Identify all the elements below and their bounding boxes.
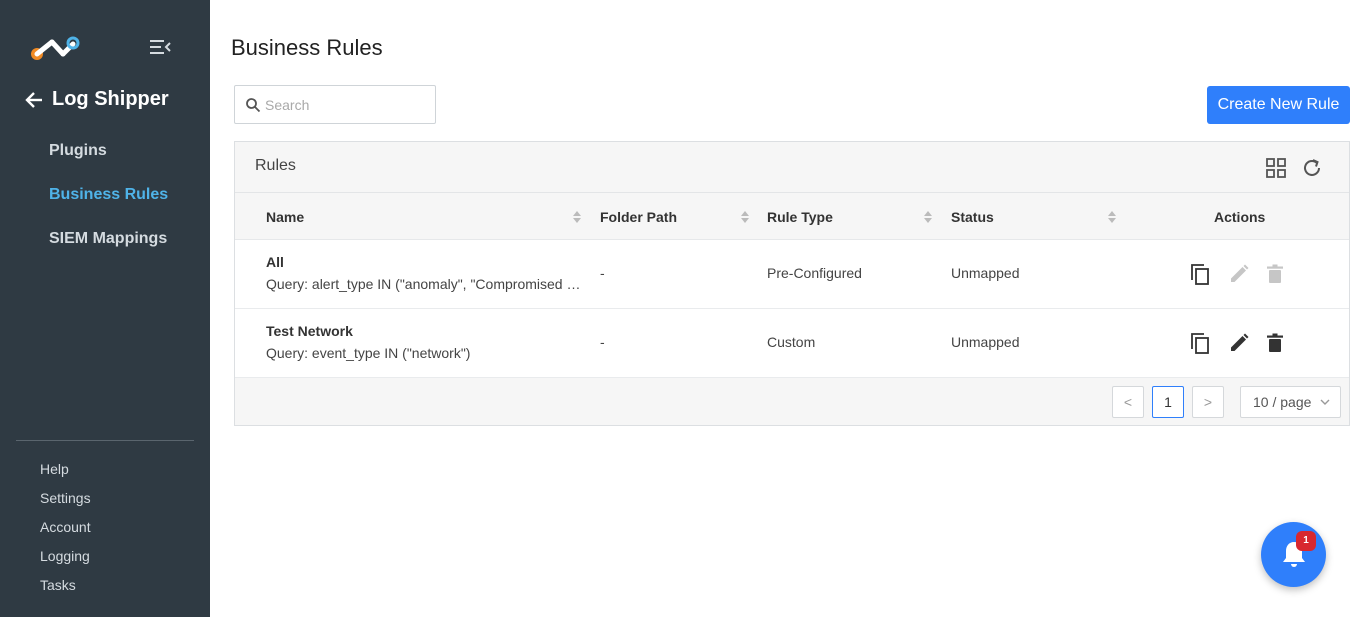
rule-query: Query: event_type IN ("network") — [266, 345, 471, 361]
rule-folder-path: - — [600, 334, 605, 350]
notification-badge: 1 — [1296, 531, 1316, 551]
delete-icon[interactable] — [1264, 263, 1286, 285]
sort-icon[interactable] — [924, 210, 932, 224]
column-header-folder-path[interactable]: Folder Path — [600, 209, 677, 225]
page-size-label: 10 / page — [1253, 394, 1312, 410]
copy-icon[interactable] — [1189, 263, 1211, 285]
rule-type: Pre-Configured — [767, 265, 862, 281]
grid-view-icon[interactable] — [1265, 157, 1287, 179]
rule-folder-path: - — [600, 265, 605, 281]
delete-icon[interactable] — [1264, 332, 1286, 354]
sidebar-item-settings[interactable]: Settings — [40, 489, 91, 518]
page-title: Business Rules — [231, 35, 383, 60]
card-title: Rules — [255, 157, 296, 174]
sidebar-item-siem-mappings[interactable]: SIEM Mappings — [49, 228, 168, 272]
rule-status: Unmapped — [951, 334, 1020, 350]
sidebar-bottom-nav: Help Settings Account Logging Tasks — [40, 460, 91, 605]
create-new-rule-button[interactable]: Create New Rule — [1207, 86, 1350, 124]
page-size-select[interactable]: 10 / page — [1240, 386, 1341, 418]
edit-icon[interactable] — [1228, 332, 1250, 354]
edit-icon[interactable] — [1228, 263, 1250, 285]
column-header-name[interactable]: Name — [266, 209, 304, 225]
card-header: Rules — [235, 142, 1349, 193]
app-title: Log Shipper — [52, 88, 169, 110]
sidebar-item-logging[interactable]: Logging — [40, 547, 91, 576]
column-header-status[interactable]: Status — [951, 209, 994, 225]
copy-icon[interactable] — [1189, 332, 1211, 354]
table-row[interactable]: Test Network Query: event_type IN ("netw… — [235, 309, 1349, 378]
sidebar-item-business-rules[interactable]: Business Rules — [49, 184, 168, 228]
search-icon — [246, 97, 261, 112]
refresh-icon[interactable] — [1301, 157, 1323, 179]
back-to-app[interactable]: Log Shipper — [24, 88, 169, 111]
search-box — [234, 85, 436, 124]
app-logo-icon — [31, 36, 80, 60]
rule-name: Test Network — [266, 323, 353, 339]
table-row[interactable]: All Query: alert_type IN ("anomaly", "Co… — [235, 240, 1349, 309]
sort-icon[interactable] — [741, 210, 749, 224]
table-header: Name Folder Path Rule Type Status Action… — [235, 193, 1349, 240]
notifications-button[interactable]: 1 — [1261, 522, 1326, 587]
sidebar-nav: Plugins Business Rules SIEM Mappings — [49, 140, 168, 272]
search-input[interactable] — [265, 96, 425, 113]
sidebar-item-account[interactable]: Account — [40, 518, 91, 547]
chevron-down-icon — [1320, 399, 1330, 405]
sort-icon[interactable] — [1108, 210, 1116, 224]
sidebar-divider — [16, 440, 194, 441]
arrow-left-icon — [25, 91, 42, 108]
rule-query: Query: alert_type IN ("anomaly", "Compro… — [266, 276, 586, 292]
column-header-actions: Actions — [1214, 209, 1266, 225]
sidebar: Log Shipper Plugins Business Rules SIEM … — [0, 0, 210, 617]
rules-card: Rules Name Folder Path Rule Type Status … — [234, 141, 1350, 426]
rule-status: Unmapped — [951, 265, 1020, 281]
sort-icon[interactable] — [573, 210, 581, 224]
sidebar-item-help[interactable]: Help — [40, 460, 91, 489]
page-1-button[interactable]: 1 — [1152, 386, 1184, 418]
collapse-sidebar-icon[interactable] — [149, 38, 171, 56]
column-header-rule-type[interactable]: Rule Type — [767, 209, 833, 225]
prev-page-button[interactable]: < — [1112, 386, 1144, 418]
sidebar-item-tasks[interactable]: Tasks — [40, 576, 91, 605]
rule-name: All — [266, 254, 284, 270]
next-page-button[interactable]: > — [1192, 386, 1224, 418]
sidebar-item-plugins[interactable]: Plugins — [49, 140, 168, 184]
rule-type: Custom — [767, 334, 816, 350]
